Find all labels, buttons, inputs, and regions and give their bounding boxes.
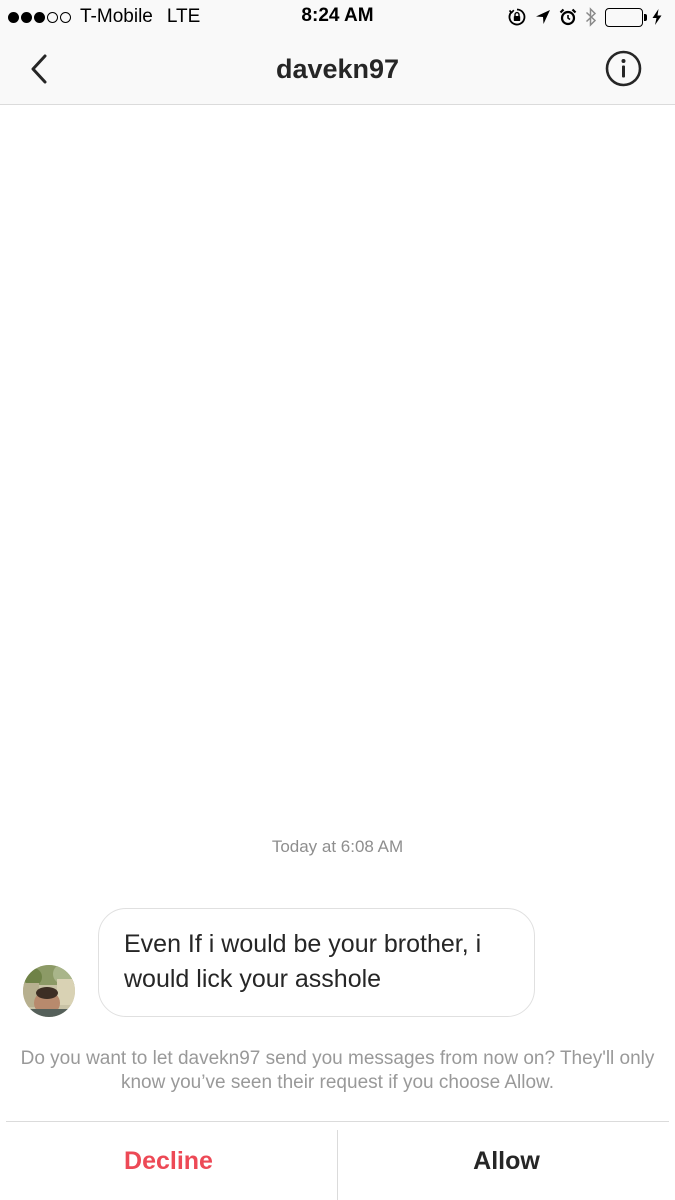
conversation-header: davekn97	[0, 34, 675, 105]
info-button[interactable]	[605, 50, 642, 87]
charging-bolt-icon	[652, 9, 662, 25]
status-bar: T-Mobile LTE 8:24 AM	[0, 0, 675, 34]
page-title: davekn97	[275, 54, 400, 84]
message-request-prompt: Do you want to let davekn97 send you mes…	[20, 1048, 655, 1093]
alarm-icon	[559, 8, 577, 26]
sender-avatar[interactable]	[23, 965, 75, 1017]
battery-icon	[605, 7, 647, 27]
info-circle-icon	[605, 50, 642, 87]
message-bubble[interactable]: Even If i would be your brother, i would…	[98, 908, 535, 1017]
dm-request-screen: T-Mobile LTE 8:24 AM davekn97 Today at 6…	[0, 0, 675, 1200]
location-arrow-icon	[535, 9, 551, 25]
allow-button[interactable]: Allow	[338, 1122, 675, 1200]
message-timestamp: Today at 6:08 AM	[271, 837, 404, 856]
bluetooth-icon	[585, 7, 597, 27]
orientation-lock-icon	[507, 7, 527, 27]
decline-button[interactable]: Decline	[0, 1122, 337, 1200]
status-right	[499, 6, 662, 28]
